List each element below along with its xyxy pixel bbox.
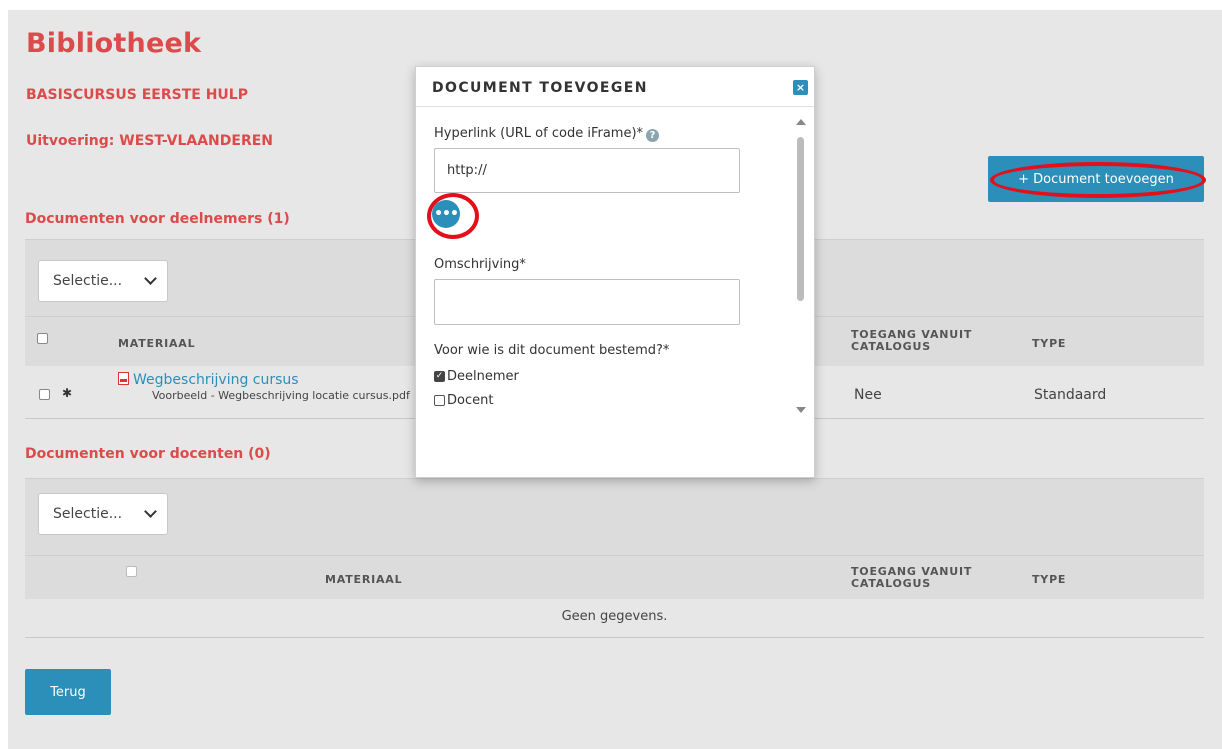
empty-message: Geen gegevens.: [561, 609, 668, 624]
chevron-down-icon: [144, 505, 157, 518]
modal-header: DOCUMENT TOEVOEGEN ×: [416, 67, 814, 107]
column-toegang: TOEGANG VANUIT CATALOGUS: [851, 565, 973, 590]
scroll-thumb[interactable]: [797, 137, 804, 301]
scroll-down-arrow-icon[interactable]: [796, 407, 806, 413]
material-cell: Wegbeschrijving cursus Voorbeeld - Wegbe…: [118, 372, 410, 403]
select-all-checkbox[interactable]: [37, 333, 48, 344]
material-filename: Voorbeeld - Wegbeschrijving locatie curs…: [152, 389, 410, 402]
access-cell: Nee: [854, 387, 882, 403]
hyperlink-input[interactable]: http://: [434, 148, 740, 193]
add-document-button[interactable]: + Document toevoegen: [988, 156, 1204, 202]
type-cell: Standaard: [1034, 387, 1107, 403]
column-type: TYPE: [1032, 573, 1067, 586]
modal-title: DOCUMENT TOEVOEGEN: [432, 80, 648, 96]
close-icon[interactable]: ×: [793, 80, 808, 95]
column-materiaal: MATERIAAL: [118, 337, 196, 350]
page-title: Bibliotheek: [26, 28, 202, 59]
help-icon[interactable]: ?: [646, 129, 660, 142]
teachers-toolbar: Selectie...: [25, 478, 1204, 556]
audience-label: Voor wie is dit document bestemd?*: [434, 343, 670, 358]
option-label: Docent: [447, 393, 494, 408]
checkbox-unchecked[interactable]: [434, 395, 445, 406]
description-label: Omschrijving*: [434, 257, 526, 272]
course-name: BASISCURSUS EERSTE HULP: [26, 87, 248, 103]
pdf-file-icon: [118, 372, 129, 385]
option-deelnemer[interactable]: ✓ Deelnemer: [434, 369, 519, 384]
option-docent[interactable]: Docent: [434, 393, 493, 408]
participants-selection-dropdown[interactable]: Selectie...: [38, 260, 168, 302]
column-materiaal: MATERIAAL: [325, 573, 403, 586]
checkbox-checked[interactable]: ✓: [434, 371, 445, 382]
selection-label: Selectie...: [53, 506, 123, 522]
scroll-up-arrow-icon[interactable]: [796, 119, 806, 125]
modal-scrollbar[interactable]: [794, 117, 808, 422]
chevron-down-icon: [144, 272, 157, 285]
teachers-table-header: MATERIAAL TOEGANG VANUIT CATALOGUS TYPE: [25, 555, 1204, 599]
hyperlink-label-text: Hyperlink (URL of code iFrame)*: [434, 126, 644, 141]
row-checkbox[interactable]: [39, 389, 50, 400]
select-all-checkbox[interactable]: [126, 566, 137, 577]
option-label: Deelnemer: [447, 369, 519, 384]
add-document-modal: DOCUMENT TOEVOEGEN × Hyperlink (URL of c…: [415, 66, 815, 478]
back-button[interactable]: Terug: [25, 669, 111, 715]
description-input[interactable]: [434, 279, 740, 325]
empty-row: Geen gegevens.: [25, 599, 1204, 638]
gear-icon[interactable]: ✱: [62, 386, 72, 400]
column-type: TYPE: [1032, 337, 1067, 350]
execution-name: Uitvoering: WEST-VLAANDEREN: [26, 133, 274, 149]
teachers-heading: Documenten voor docenten (0): [25, 446, 271, 462]
selection-label: Selectie...: [53, 273, 123, 289]
hyperlink-value: http://: [447, 163, 487, 178]
more-options-button[interactable]: •••: [432, 200, 460, 228]
teachers-selection-dropdown[interactable]: Selectie...: [38, 493, 168, 535]
material-link[interactable]: Wegbeschrijving cursus: [133, 372, 299, 388]
participants-heading: Documenten voor deelnemers (1): [25, 211, 290, 227]
column-toegang: TOEGANG VANUIT CATALOGUS: [851, 328, 973, 353]
hyperlink-label: Hyperlink (URL of code iFrame)*?: [434, 126, 660, 142]
